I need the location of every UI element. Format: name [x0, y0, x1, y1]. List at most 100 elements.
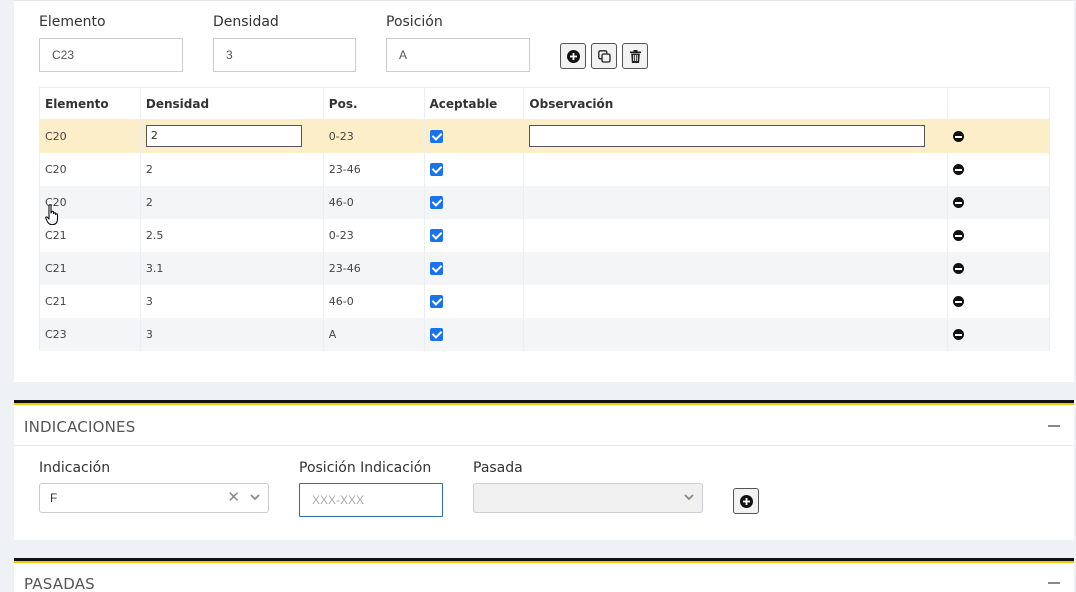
- cell-pos: A: [322, 317, 425, 351]
- cell-aceptable: [423, 251, 525, 285]
- cell-observacion: [523, 119, 949, 153]
- table-row[interactable]: C21 3.1 23-46: [39, 251, 1050, 285]
- header-aceptable[interactable]: Aceptable: [423, 87, 525, 120]
- cell-aceptable: [423, 317, 525, 351]
- elementos-table: Elemento Densidad Pos. Aceptable Observa…: [39, 87, 1050, 351]
- delete-button[interactable]: [622, 43, 648, 69]
- indicacion-selected-value: F: [50, 491, 58, 505]
- header-pos[interactable]: Pos.: [322, 87, 425, 120]
- chevron-down-icon: [250, 494, 260, 501]
- cell-actions: [947, 152, 1050, 186]
- cell-actions: [947, 119, 1050, 153]
- trash-icon: [629, 49, 641, 63]
- table-row[interactable]: C20 2 0-23: [39, 119, 1050, 153]
- remove-row-icon[interactable]: [953, 230, 965, 241]
- cell-densidad: 3.1: [139, 251, 324, 285]
- plus-circle-icon: [739, 494, 753, 508]
- table-row[interactable]: C21 3 46-0: [39, 284, 1050, 318]
- cell-actions: [947, 218, 1050, 252]
- aceptable-checkbox[interactable]: [429, 195, 443, 209]
- posicion-indicacion-input[interactable]: XXX-XXX: [299, 483, 443, 517]
- table-row[interactable]: C21 2.5 0-23: [39, 218, 1050, 252]
- cell-aceptable: [423, 152, 525, 186]
- pasadas-title[interactable]: PASADAS: [24, 575, 95, 592]
- aceptable-checkbox[interactable]: [429, 130, 443, 143]
- observacion-edit-input[interactable]: [529, 125, 926, 148]
- cell-densidad: 3: [139, 317, 324, 351]
- copy-icon: [597, 49, 611, 63]
- aceptable-checkbox[interactable]: [429, 261, 443, 275]
- cell-densidad: 2.5: [139, 218, 324, 252]
- pasadas-section: PASADAS: [14, 558, 1074, 592]
- densidad-edit-input[interactable]: 2: [145, 125, 302, 148]
- remove-row-icon[interactable]: [953, 131, 965, 143]
- chevron-down-icon: [684, 494, 694, 501]
- aceptable-checkbox[interactable]: [429, 294, 443, 308]
- header-observacion[interactable]: Observación: [523, 87, 949, 120]
- cell-pos: 46-0: [322, 185, 425, 219]
- elemento-input[interactable]: C23: [39, 38, 183, 72]
- collapse-indicaciones-icon[interactable]: [1048, 425, 1060, 427]
- cell-densidad: 3: [139, 284, 324, 318]
- cell-actions: [947, 185, 1050, 219]
- copy-button[interactable]: [591, 43, 617, 69]
- densidad-label: Densidad: [213, 14, 279, 30]
- cell-elemento: C20: [39, 152, 141, 186]
- cell-pos: 0-23: [322, 119, 425, 153]
- cell-pos: 23-46: [322, 251, 425, 285]
- aceptable-checkbox[interactable]: [429, 162, 443, 176]
- indicacion-select[interactable]: F ✕: [39, 483, 269, 513]
- pasada-label: Pasada: [473, 460, 523, 476]
- cell-densidad: 2: [139, 119, 324, 153]
- cell-densidad: 2: [139, 152, 324, 186]
- collapse-pasadas-icon[interactable]: [1048, 582, 1060, 584]
- table-row[interactable]: C20 2 46-0: [39, 185, 1050, 219]
- table-row[interactable]: C23 3 A: [39, 317, 1050, 351]
- cell-densidad: 2: [139, 185, 324, 219]
- add-indicacion-button[interactable]: [733, 488, 759, 514]
- cell-elemento: C20: [39, 119, 141, 153]
- remove-row-icon[interactable]: [953, 164, 965, 175]
- header-elemento[interactable]: Elemento: [39, 87, 141, 120]
- table-row[interactable]: C20 2 23-46: [39, 152, 1050, 186]
- posicion-input[interactable]: A: [386, 38, 530, 72]
- cell-pos: 0-23: [322, 218, 425, 252]
- header-densidad[interactable]: Densidad: [139, 87, 324, 120]
- cell-actions: [947, 317, 1050, 351]
- indicaciones-title[interactable]: INDICACIONES: [24, 418, 135, 436]
- cell-actions: [947, 251, 1050, 285]
- posicion-label: Posición: [386, 14, 443, 30]
- cell-pos: 23-46: [322, 152, 425, 186]
- cell-observacion: [523, 317, 949, 351]
- clear-icon[interactable]: ✕: [227, 490, 240, 506]
- cell-aceptable: [423, 284, 525, 318]
- remove-row-icon[interactable]: [953, 296, 965, 307]
- cell-pos: 46-0: [322, 284, 425, 318]
- remove-row-icon[interactable]: [953, 329, 965, 340]
- indicaciones-section: INDICACIONES Indicación F ✕ Posición Ind…: [14, 400, 1074, 540]
- pasada-select[interactable]: [473, 483, 703, 513]
- cell-observacion: [523, 251, 949, 285]
- header-actions: [947, 87, 1050, 120]
- cell-observacion: [523, 185, 949, 219]
- cell-observacion: [523, 152, 949, 186]
- posicion-indicacion-label: Posición Indicación: [299, 460, 432, 476]
- aceptable-checkbox[interactable]: [429, 327, 443, 341]
- elemento-label: Elemento: [39, 14, 106, 30]
- cell-observacion: [523, 218, 949, 252]
- elementos-panel: Elemento C23 Densidad 3 Posición A Eleme…: [14, 0, 1074, 382]
- remove-row-icon[interactable]: [953, 263, 965, 274]
- cell-elemento: C21: [39, 251, 141, 285]
- aceptable-checkbox[interactable]: [429, 228, 443, 242]
- densidad-input[interactable]: 3: [213, 38, 356, 72]
- hand-cursor-icon: [45, 204, 59, 226]
- divider: [14, 445, 1074, 446]
- indicacion-label: Indicación: [39, 460, 111, 476]
- remove-row-icon[interactable]: [953, 197, 965, 208]
- plus-circle-icon: [566, 49, 580, 63]
- cell-aceptable: [423, 185, 525, 219]
- cell-observacion: [523, 284, 949, 318]
- add-button[interactable]: [560, 43, 586, 69]
- posicion-indicacion-placeholder: XXX-XXX: [312, 493, 365, 507]
- cell-elemento: C23: [39, 317, 141, 351]
